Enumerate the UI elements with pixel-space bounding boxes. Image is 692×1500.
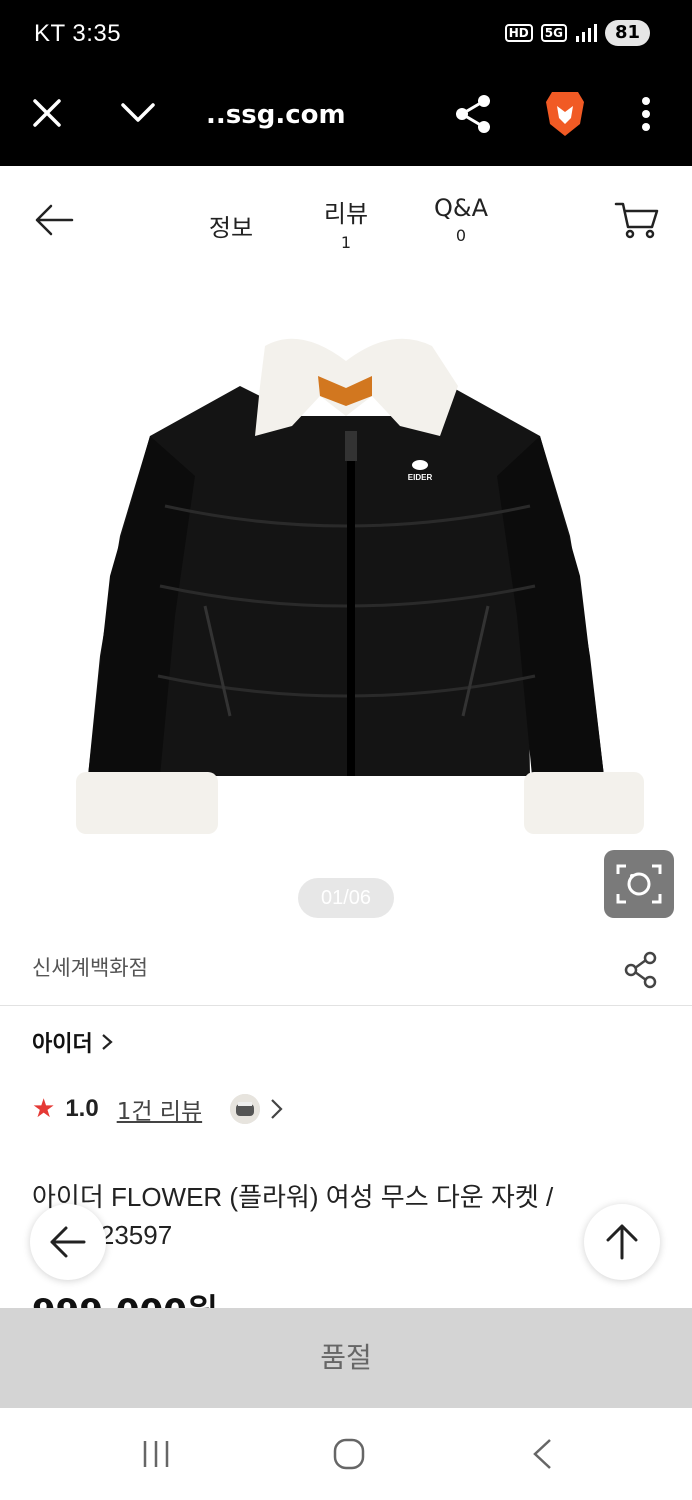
share-product-icon[interactable] — [622, 950, 660, 990]
share-icon[interactable] — [454, 94, 492, 134]
tab-info-label: 정보 — [208, 214, 254, 242]
chevron-right-icon — [102, 1034, 113, 1050]
network-5g-icon: 5G — [540, 24, 567, 42]
cart-icon[interactable] — [614, 200, 660, 240]
tab-review-label: 리뷰 — [323, 200, 369, 228]
brand-link[interactable]: 아이더 — [32, 1026, 113, 1058]
rating-row: ★ 1.0 1건 리뷰 — [32, 1092, 284, 1126]
tab-review-count: 1 — [340, 233, 352, 252]
brand-logo-text: EIDER — [408, 473, 433, 482]
tab-qna-count: 0 — [455, 226, 467, 245]
status-bar: KT 3:35 HD 5G 81 — [0, 0, 692, 70]
back-nav-icon[interactable] — [530, 1438, 554, 1470]
recent-apps-icon[interactable] — [140, 1438, 172, 1470]
more-vertical-icon[interactable] — [640, 96, 652, 132]
browser-toolbar: ..ssg.com — [0, 70, 692, 166]
review-link[interactable]: 1건 리뷰 — [117, 1092, 202, 1126]
time-label: 3:35 — [72, 20, 122, 47]
rating-value: 1.0 — [65, 1095, 99, 1122]
home-icon[interactable] — [332, 1438, 366, 1470]
arrow-left-icon — [50, 1226, 86, 1258]
status-icons: HD 5G 81 — [504, 20, 650, 46]
product-image[interactable]: EIDER — [0, 276, 692, 936]
battery-level: 81 — [604, 20, 650, 46]
product-header: 정보 리뷰 1 Q&A 0 — [0, 166, 692, 276]
tab-review[interactable]: 리뷰 1 — [310, 194, 382, 252]
review-thumbnail[interactable] — [230, 1094, 261, 1124]
brave-lion-icon[interactable] — [544, 88, 586, 138]
tab-info[interactable]: 정보 — [196, 208, 266, 243]
image-page-indicator: 01/06 — [298, 878, 394, 918]
status-carrier-time: KT 3:35 — [34, 20, 121, 48]
back-arrow-icon[interactable] — [34, 204, 74, 236]
image-search-button[interactable] — [604, 850, 674, 918]
tab-qna-label: Q&A — [433, 194, 489, 222]
back-float-button[interactable] — [30, 1204, 106, 1280]
store-name[interactable]: 신세계백화점 — [32, 952, 148, 982]
divider — [0, 1005, 692, 1006]
product-price: 999,000원 — [32, 1290, 218, 1308]
android-nav-bar — [0, 1408, 692, 1500]
scroll-top-button[interactable] — [584, 1204, 660, 1280]
url-bar[interactable]: ..ssg.com — [206, 100, 346, 130]
product-title: 아이더 FLOWER (플라워) 여성 무스 다운 자켓 / DWW23597 — [32, 1182, 554, 1250]
hd-icon: HD — [504, 24, 533, 42]
star-icon: ★ — [32, 1094, 56, 1124]
tab-qna[interactable]: Q&A 0 — [420, 194, 502, 245]
close-icon[interactable] — [32, 98, 62, 128]
signal-icon — [575, 24, 597, 42]
jacket-image: EIDER — [76, 338, 644, 834]
carrier-label: KT — [34, 20, 66, 47]
chevron-down-icon[interactable] — [120, 102, 156, 124]
soldout-button[interactable]: 품절 — [0, 1308, 692, 1408]
arrow-up-icon — [606, 1224, 638, 1260]
brand-name: 아이더 — [32, 1032, 93, 1057]
camera-lens-icon — [616, 864, 662, 904]
chevron-right-icon[interactable] — [270, 1098, 284, 1120]
